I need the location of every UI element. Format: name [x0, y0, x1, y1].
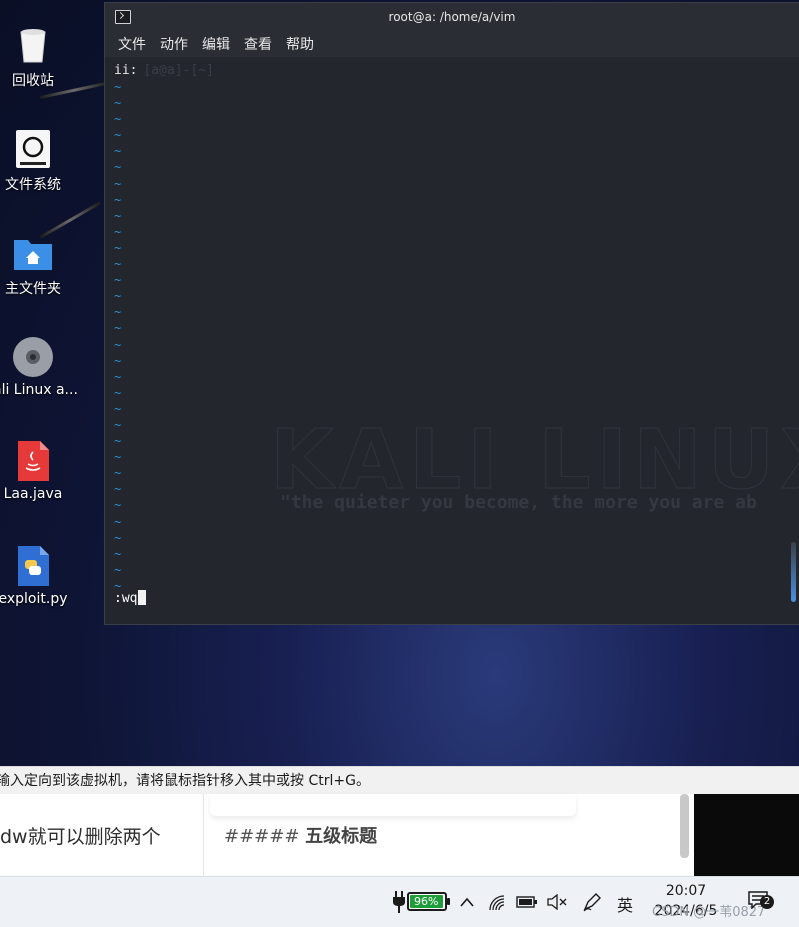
clock-time: 20:07	[665, 883, 707, 899]
window-title: root@a: /home/a/vim	[388, 10, 516, 24]
desktop-icon-label: exploit.py	[0, 591, 68, 607]
chevron-up-icon[interactable]	[459, 896, 475, 908]
desktop-icon-java[interactable]: Laa.java	[0, 440, 73, 502]
ghost-prompt: [a@a]-[~]	[143, 63, 214, 78]
vim-command: :wq	[114, 591, 138, 606]
input-method-indicator[interactable]: 英	[617, 892, 633, 916]
terminal-window[interactable]: root@a: /home/a/vim 文件 动作 编辑 查看 帮助 KALI …	[104, 2, 799, 625]
vim-buffer-line: ii: [a@a]-[~]	[114, 63, 214, 78]
terminal-titlebar[interactable]: root@a: /home/a/vim	[105, 3, 799, 31]
terminal-scrollbar[interactable]	[791, 542, 796, 602]
desktop-icon-label: 文件系统	[5, 177, 61, 193]
desktop-icon-label: 主文件夹	[5, 281, 61, 297]
markdown-heading: ##### 五级标题	[224, 826, 378, 847]
page-scrollbar[interactable]	[680, 794, 689, 858]
terminal-body[interactable]: KALI LINUX "the quieter you become, the …	[105, 58, 799, 624]
trash-icon	[20, 29, 46, 63]
desktop-icon-label: ali Linux a...	[0, 382, 78, 398]
preview-text: dw就可以删除两个	[0, 826, 161, 848]
battery-icon[interactable]: 96%	[407, 892, 450, 911]
wifi-icon[interactable]	[488, 894, 506, 912]
home-folder-icon	[14, 240, 52, 270]
terminal-menubar: 文件 动作 编辑 查看 帮助	[105, 31, 799, 57]
menu-view[interactable]: 查看	[244, 34, 272, 54]
video-thumbnail	[694, 794, 799, 876]
volume-muted-icon[interactable]	[547, 894, 567, 910]
pen-icon[interactable]	[582, 892, 602, 912]
desktop-icon-trash[interactable]: 回收站	[0, 24, 73, 90]
card	[210, 794, 576, 816]
menu-file[interactable]: 文件	[118, 34, 146, 54]
vm-input-notice: 输入定向到该虚拟机，请将鼠标指针移入其中或按 Ctrl+G。	[0, 766, 799, 795]
menu-action[interactable]: 动作	[160, 34, 188, 54]
desktop-icon-filesystem[interactable]: 文件系统	[0, 128, 73, 194]
kali-quote-watermark: "the quieter you become, the more you ar…	[280, 492, 757, 513]
vim-empty-lines: ~ ~ ~ ~ ~ ~ ~ ~ ~ ~ ~ ~ ~ ~ ~ ~ ~ ~ ~ ~ ~ ~ ~ ~ ~ ~ ~ ~ ~ ~ ~ ~	[114, 80, 122, 593]
pane-divider	[203, 794, 204, 876]
python-file-icon	[18, 546, 49, 586]
desktop-icon-label: 回收站	[12, 73, 54, 89]
desktop-icon-python[interactable]: exploit.py	[0, 545, 73, 607]
terminal-icon	[115, 10, 131, 24]
background-editor: dw就可以删除两个 ##### 五级标题	[0, 794, 799, 876]
menu-edit[interactable]: 编辑	[202, 34, 230, 54]
desktop-icon-disc[interactable]: ali Linux a...	[0, 336, 78, 398]
battery-level: 96%	[410, 895, 443, 908]
desktop-icon-label: Laa.java	[3, 486, 63, 502]
battery-status-icon[interactable]	[516, 895, 538, 909]
java-file-icon	[18, 441, 49, 481]
drive-icon	[16, 130, 50, 168]
disc-icon	[13, 337, 53, 377]
vim-command-line[interactable]: :wq	[114, 590, 147, 606]
power-plug-icon	[393, 891, 405, 913]
menu-help[interactable]: 帮助	[286, 34, 314, 54]
taskbar: 96% 英 20:07 2024/6/5 CSDN @一苇0827 2	[0, 876, 799, 927]
desktop-icon-home[interactable]: 主文件夹	[0, 232, 73, 298]
text-cursor	[138, 590, 147, 605]
notification-count-badge: 2	[760, 895, 774, 909]
